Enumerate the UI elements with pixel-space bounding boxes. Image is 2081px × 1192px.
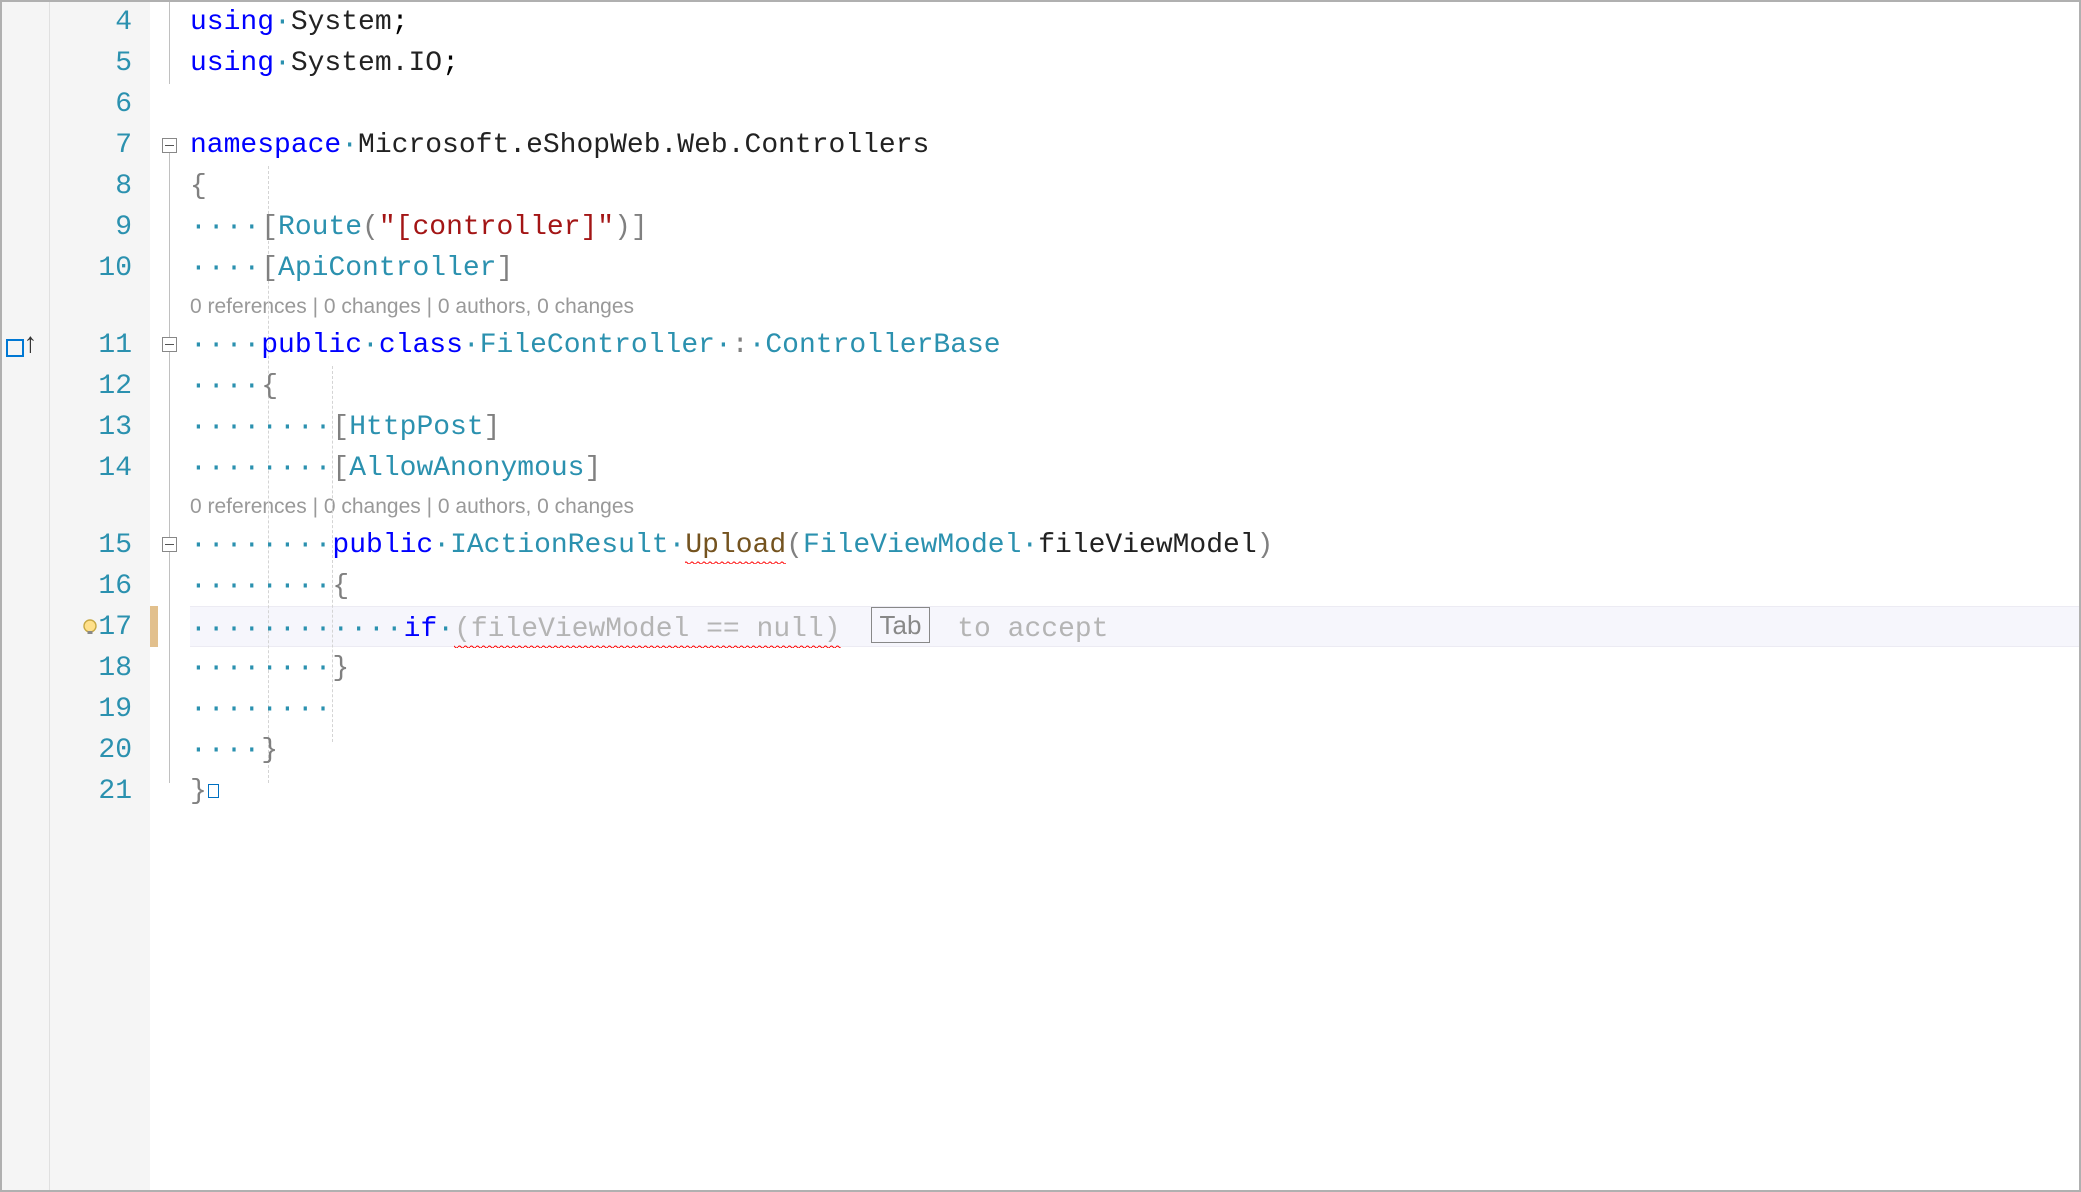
- code-line[interactable]: ············if·(fileViewModel == null)Ta…: [190, 607, 2079, 648]
- line-number: 16: [50, 566, 132, 607]
- intellicode-suggestion: (fileViewModel == null): [454, 614, 840, 648]
- line-number: 14: [50, 448, 132, 489]
- fold-toggle[interactable]: [162, 138, 177, 153]
- code-editor[interactable]: ↑ 4 5 6 7 8 9 10 11 12 13 14 15 16 17 18…: [2, 2, 2079, 1190]
- code-line[interactable]: ········[AllowAnonymous]: [190, 448, 2079, 489]
- code-line[interactable]: ····public·class·FileController·:·Contro…: [190, 325, 2079, 366]
- codelens[interactable]: 0 references | 0 changes | 0 authors, 0 …: [190, 289, 2079, 325]
- code-line[interactable]: ····[Route("[controller]")]: [190, 207, 2079, 248]
- line-number: 11: [50, 325, 132, 366]
- code-line[interactable]: ········public·IActionResult·Upload(File…: [190, 525, 2079, 566]
- code-line[interactable]: ········}: [190, 648, 2079, 689]
- line-number: 7: [50, 125, 132, 166]
- code-line[interactable]: }: [190, 771, 2079, 812]
- code-area[interactable]: using·System; using·System.IO; namespace…: [190, 2, 2079, 1190]
- line-number: 19: [50, 689, 132, 730]
- line-number: 5: [50, 43, 132, 84]
- change-indicator: [150, 606, 158, 647]
- code-line[interactable]: using·System.IO;: [190, 43, 2079, 84]
- lightbulb-icon[interactable]: [80, 618, 100, 638]
- tracking-indicator-icon: ↑: [6, 332, 39, 364]
- code-line[interactable]: ····[ApiController]: [190, 248, 2079, 289]
- cursor-end-marker: [208, 784, 219, 798]
- line-number: 21: [50, 771, 132, 812]
- fold-toggle[interactable]: [162, 337, 177, 352]
- codelens[interactable]: 0 references | 0 changes | 0 authors, 0 …: [190, 489, 2079, 525]
- code-line[interactable]: {: [190, 166, 2079, 207]
- code-line[interactable]: ········: [190, 689, 2079, 730]
- code-line[interactable]: ········[HttpPost]: [190, 407, 2079, 448]
- line-number: 4: [50, 2, 132, 43]
- code-line[interactable]: ····{: [190, 366, 2079, 407]
- line-number: 13: [50, 407, 132, 448]
- line-number: 17: [50, 607, 132, 648]
- code-line[interactable]: ····}: [190, 730, 2079, 771]
- line-number-gutter: 4 5 6 7 8 9 10 11 12 13 14 15 16 17 18 1…: [50, 2, 150, 1190]
- code-line[interactable]: using·System;: [190, 2, 2079, 43]
- code-line[interactable]: ········{: [190, 566, 2079, 607]
- line-number: 12: [50, 366, 132, 407]
- outlining-margin: [150, 2, 190, 1190]
- line-number: 8: [50, 166, 132, 207]
- line-number: 10: [50, 248, 132, 289]
- code-line[interactable]: namespace·Microsoft.eShopWeb.Web.Control…: [190, 125, 2079, 166]
- fold-toggle[interactable]: [162, 537, 177, 552]
- line-number: 20: [50, 730, 132, 771]
- line-number: 6: [50, 84, 132, 125]
- accept-hint-text: to accept: [940, 614, 1108, 645]
- line-number: 15: [50, 525, 132, 566]
- code-line[interactable]: [190, 84, 2079, 125]
- indicator-margin: ↑: [2, 2, 50, 1190]
- line-number: 18: [50, 648, 132, 689]
- line-number: 9: [50, 207, 132, 248]
- tab-key-hint: Tab: [871, 607, 931, 643]
